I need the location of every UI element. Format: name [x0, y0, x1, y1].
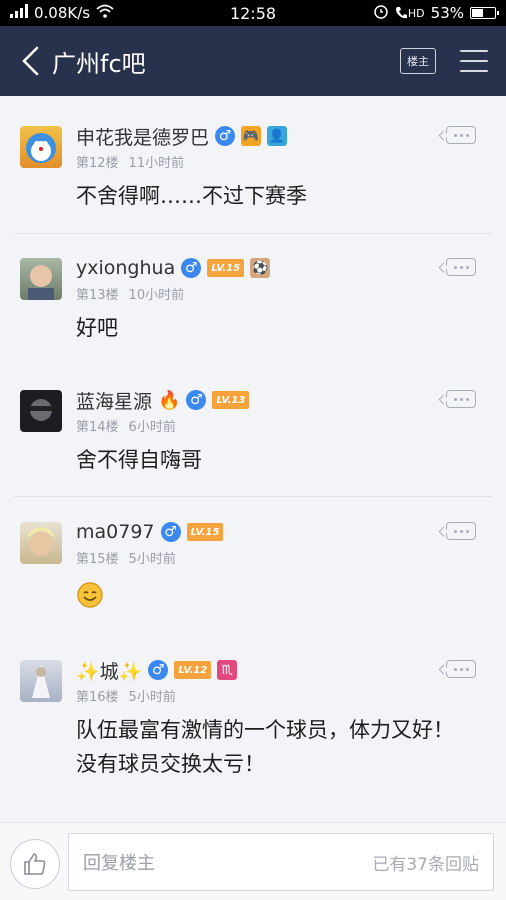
floor-number: 第12楼 [76, 156, 119, 171]
male-icon: ♂ [215, 126, 236, 146]
username[interactable]: 蓝海星源 [76, 387, 152, 414]
only-op-button[interactable]: 楼主 [400, 48, 436, 74]
gamepad-badge-icon: 🎮 [241, 126, 262, 146]
level-badge: LV.12 [174, 661, 212, 679]
floor-number: 第13楼 [76, 288, 119, 303]
scorpio-badge-icon: ♏ [217, 660, 238, 680]
menu-icon[interactable] [460, 50, 488, 72]
signal-icon [10, 4, 28, 22]
level-badge: LV.15 [207, 259, 245, 277]
floor-number: 第14楼 [76, 420, 119, 435]
bottom-reply-bar: 回复楼主 已有37条回贴 [0, 822, 506, 900]
smile-emoji-icon [76, 581, 104, 619]
reply-more-icon[interactable] [446, 258, 476, 276]
reply-item: 申花我是德罗巴 ♂ 🎮 👤 第12楼 11小时前 不舍得啊……不过下赛季 [0, 122, 506, 213]
alarm-icon [373, 3, 389, 23]
reply-more-icon[interactable] [446, 660, 476, 678]
male-icon: ♂ [148, 660, 169, 680]
male-icon: ♂ [181, 258, 202, 278]
divider [14, 496, 492, 497]
reply-content: 舍不得自嗨哥 [76, 448, 202, 472]
reply-more-icon[interactable] [446, 390, 476, 408]
username[interactable]: 申花我是德罗巴 [76, 123, 209, 150]
divider [14, 233, 492, 234]
wifi-icon [96, 4, 114, 22]
call-hd-icon: HD [395, 6, 425, 20]
top-nav-bar: 广州fc吧 楼主 [0, 26, 506, 96]
reply-item: ma0797 ♂ LV.15 第15楼 5小时前 [0, 518, 506, 625]
thumbs-up-icon[interactable] [10, 839, 60, 889]
male-icon: ♂ [186, 390, 207, 410]
battery-percent: 53% [430, 4, 464, 22]
reply-content [76, 575, 486, 625]
username[interactable]: ma0797 [76, 521, 155, 543]
back-arrow-icon[interactable] [12, 31, 48, 91]
reply-item: yxionghua ♂ LV.15 ⚽ 第13楼 10小时前 好吧 [0, 254, 506, 345]
avatar[interactable] [20, 522, 62, 564]
male-icon: ♂ [160, 522, 181, 542]
reply-more-icon[interactable] [446, 126, 476, 144]
avatar[interactable] [20, 126, 62, 168]
avatar[interactable] [20, 390, 62, 432]
battery-icon [470, 7, 499, 19]
reply-placeholder: 回复楼主 [83, 853, 155, 874]
status-bar: 0.08K/s 12:58 HD 53% [0, 0, 506, 26]
post-time: 5小时前 [128, 690, 176, 705]
reply-content: 好吧 [76, 316, 118, 340]
football-badge-icon: ⚽ [250, 258, 271, 278]
floor-number: 第16楼 [76, 690, 119, 705]
level-badge: LV.15 [186, 523, 224, 541]
fire-icon: 🔥 [158, 389, 181, 411]
reply-count: 已有37条回贴 [372, 854, 479, 875]
username[interactable]: yxionghua [76, 257, 175, 279]
post-time: 10小时前 [128, 288, 185, 303]
reply-item: ✨城✨ ♂ LV.12 ♏ 第16楼 5小时前 队伍最富有激情的一个球员，体力又好… [0, 656, 506, 781]
reply-more-icon[interactable] [446, 522, 476, 540]
reply-content: 不舍得啊……不过下赛季 [76, 184, 307, 208]
post-time: 6小时前 [128, 420, 176, 435]
network-speed: 0.08K/s [34, 4, 91, 22]
forum-title: 广州fc吧 [52, 49, 146, 78]
post-time: 11小时前 [128, 156, 185, 171]
level-badge: LV.13 [212, 391, 250, 409]
member-badge-icon: 👤 [267, 126, 288, 146]
floor-number: 第15楼 [76, 552, 119, 567]
reply-content: 队伍最富有激情的一个球员，体力又好！没有球员交换太亏！ [76, 718, 454, 776]
post-time: 5小时前 [128, 552, 176, 567]
reply-item: 蓝海星源 🔥 ♂ LV.13 第14楼 6小时前 舍不得自嗨哥 [0, 386, 506, 477]
reply-input[interactable]: 回复楼主 已有37条回贴 [68, 833, 494, 891]
avatar[interactable] [20, 258, 62, 300]
avatar[interactable] [20, 660, 62, 702]
username[interactable]: ✨城✨ [76, 657, 142, 684]
